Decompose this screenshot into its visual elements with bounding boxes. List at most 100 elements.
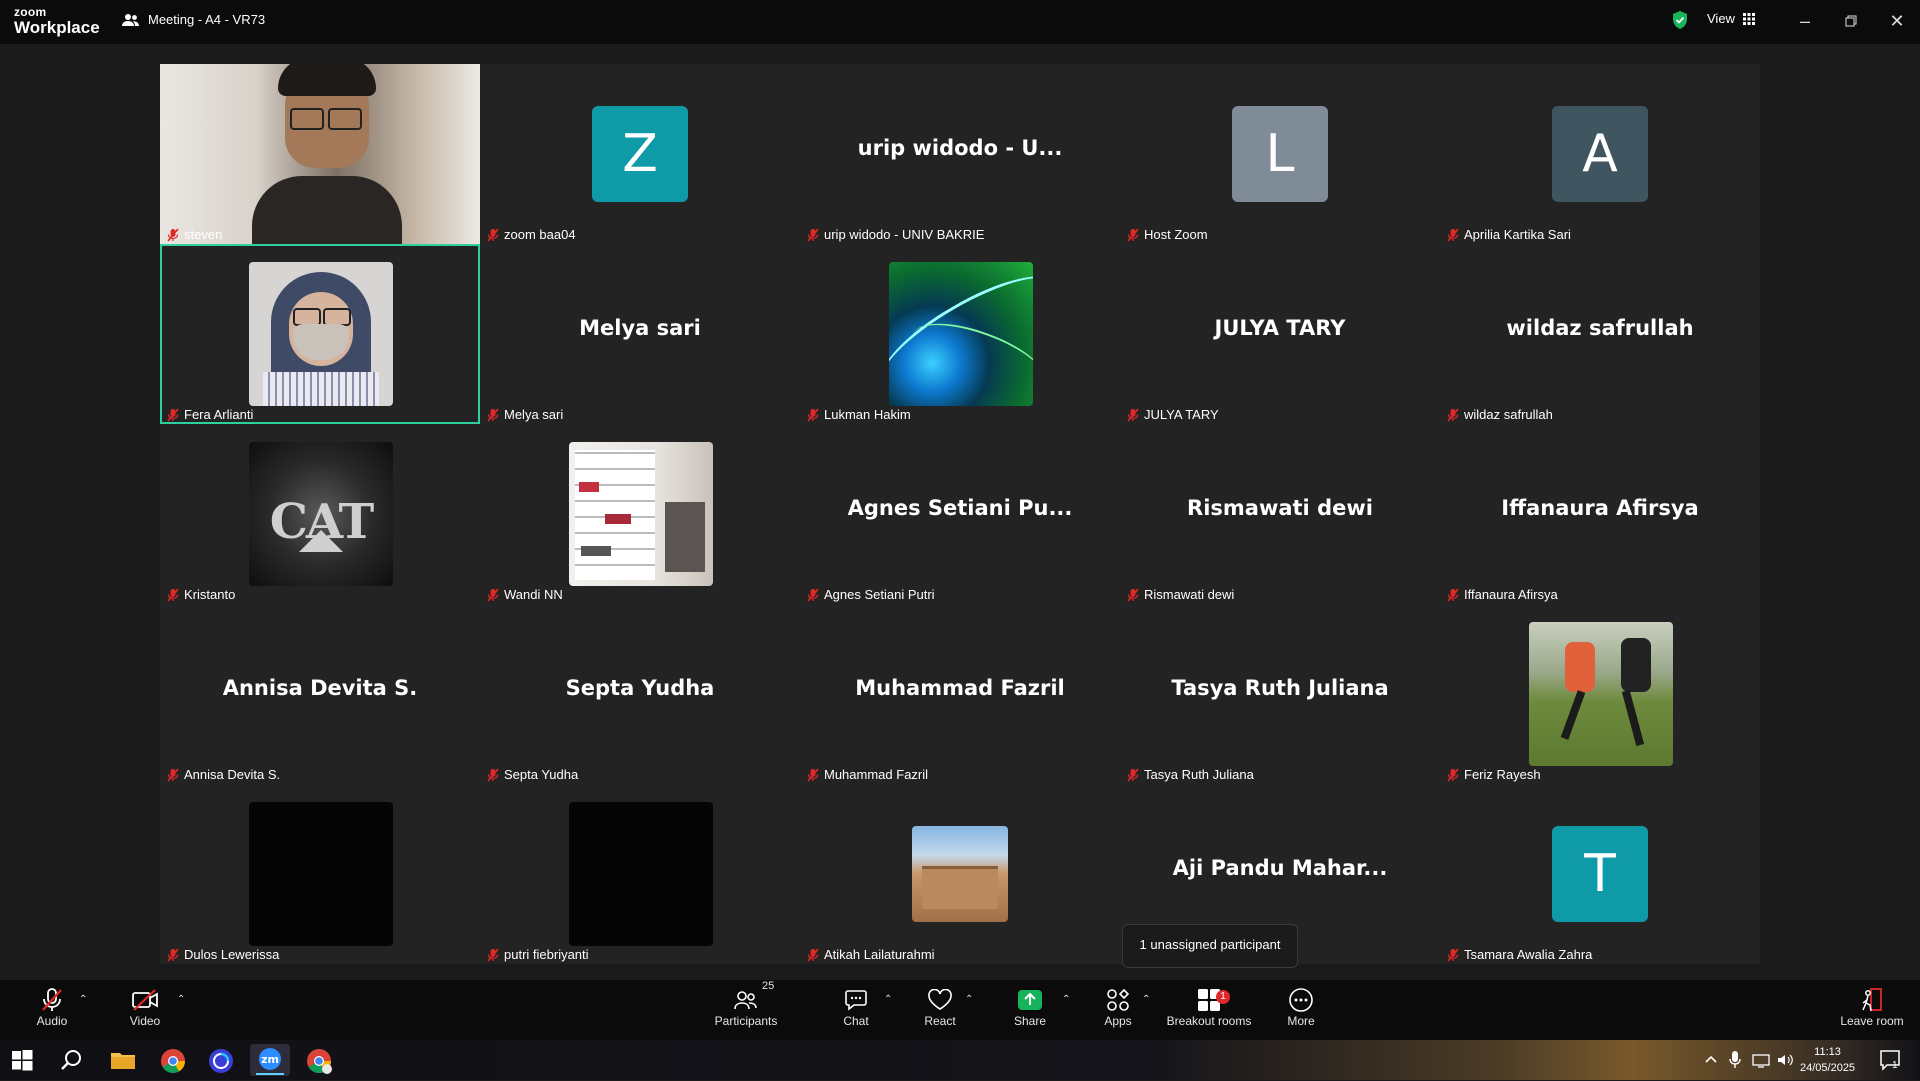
participant-tile[interactable]: wildaz safrullah wildaz safrullah [1440,244,1760,424]
avatar: T [1552,826,1648,922]
participant-tile[interactable]: Lukman Hakim [800,244,1120,424]
participant-tile[interactable]: Melya sari Melya sari [480,244,800,424]
chrome-profile-icon[interactable] [306,1048,332,1074]
participant-name: Atikah Lailaturahmi [824,947,935,962]
participant-tile[interactable]: JULYA TARY JULYA TARY [1120,244,1440,424]
participant-name-label: Aprilia Kartika Sari [1446,227,1571,242]
participants-button[interactable]: Participants [713,986,779,1028]
participant-tile[interactable]: Fera Arlianti [160,244,480,424]
participant-tile[interactable]: Zzoom baa04 [480,64,800,244]
participant-display-name: Iffanaura Afirsya [1501,496,1699,520]
chrome-icon[interactable] [160,1048,186,1074]
participant-name-label: wildaz safrullah [1446,407,1553,422]
apps-options-caret-icon[interactable]: ⌃ [1142,994,1150,1005]
mic-muted-icon [1446,227,1460,242]
search-icon[interactable] [60,1048,86,1074]
leave-room-button[interactable]: Leave room [1836,986,1908,1028]
participant-tile[interactable]: Rismawati dewi Rismawati dewi [1120,424,1440,604]
share-options-caret-icon[interactable]: ⌃ [1062,994,1070,1005]
audio-options-caret-icon[interactable]: ⌃ [79,994,87,1005]
participants-count: 25 [762,980,775,992]
participant-name: Tasya Ruth Juliana [1144,767,1254,782]
mic-muted-icon [1446,407,1460,422]
minimize-icon[interactable]: – [1790,8,1820,34]
share-button[interactable]: Share [1010,986,1050,1028]
participant-tile[interactable]: Atikah Lailaturahmi [800,784,1120,964]
file-explorer-icon[interactable] [110,1048,136,1074]
react-options-caret-icon[interactable]: ⌃ [965,994,973,1005]
participant-tile[interactable]: CAT Kristanto [160,424,480,604]
notification-center-icon[interactable]: 1 [1878,1048,1902,1072]
participant-tile[interactable]: Feriz Rayesh [1440,604,1760,784]
participant-tile[interactable]: Iffanaura Afirsya Iffanaura Afirsya [1440,424,1760,604]
mic-muted-icon [806,947,820,962]
video-button[interactable]: Video [124,986,166,1028]
chat-options-caret-icon[interactable]: ⌃ [884,994,892,1005]
participant-name: Septa Yudha [504,767,579,782]
zoom-taskbar-icon[interactable]: zm [250,1044,290,1076]
breakout-rooms-button[interactable]: Breakout rooms [1164,986,1254,1028]
profile-picture [249,802,393,946]
chat-button[interactable]: Chat [836,986,876,1028]
profile-picture: CAT [249,442,393,586]
mic-muted-icon [1126,767,1140,782]
tray-mic-icon[interactable] [1728,1050,1742,1070]
more-label: More [1287,1014,1315,1028]
avatar: L [1232,106,1328,202]
participant-tile[interactable]: Tasya Ruth Juliana Tasya Ruth Juliana [1120,604,1440,784]
participant-tile[interactable]: urip widodo - U... urip widodo - UNIV BAK… [800,64,1120,244]
participant-display-name: Aji Pandu Mahar... [1172,856,1388,880]
audio-button[interactable]: Audio [32,986,72,1028]
participant-name: Fera Arlianti [184,407,254,422]
restore-icon[interactable] [1836,8,1866,34]
participant-name: Wandi NN [504,587,563,602]
react-button[interactable]: React [920,986,960,1028]
meeting-info[interactable]: Meeting - A4 - VR73 [122,12,265,27]
title-bar: zoom Workplace Meeting - A4 - VR73 View … [0,0,1920,44]
participant-tile[interactable]: Septa Yudha Septa Yudha [480,604,800,784]
participant-tile[interactable]: A Aprilia Kartika Sari [1440,64,1760,244]
participant-tile[interactable]: Muhammad Fazril Muhammad Fazril [800,604,1120,784]
participant-tile[interactable]: Agnes Setiani Pu... Agnes Setiani Putri [800,424,1120,604]
participant-name: Agnes Setiani Putri [824,587,935,602]
participant-name-label: JULYA TARY [1126,407,1219,422]
mic-muted-icon [806,767,820,782]
participant-tile[interactable]: steven [160,64,480,244]
zoom-logo: zoom Workplace [14,6,100,36]
participant-tile[interactable]: L Host Zoom [1120,64,1440,244]
participant-display-name: wildaz safrullah [1506,316,1694,340]
unassigned-tooltip: 1 unassigned participant [1122,924,1298,968]
mic-muted-icon [1126,227,1140,242]
tray-network-icon[interactable] [1752,1052,1770,1068]
participant-tile[interactable]: T Tsamara Awalia Zahra [1440,784,1760,964]
participant-name-label: Fera Arlianti [166,407,253,422]
apps-button[interactable]: Apps [1098,986,1138,1028]
profile-picture [249,262,393,406]
video-options-caret-icon[interactable]: ⌃ [177,994,185,1005]
react-label: React [924,1014,956,1028]
participant-name-label: Agnes Setiani Putri [806,587,935,602]
view-button[interactable]: View [1707,11,1755,26]
close-icon[interactable]: ✕ [1882,8,1912,34]
participant-name: Melya sari [504,407,564,422]
participants-label: Participants [714,1014,778,1028]
participant-name-label: Annisa Devita S. [166,767,280,782]
app-circle-icon[interactable] [208,1048,234,1074]
mic-off-icon [42,988,62,1011]
leave-room-label: Leave room [1840,1014,1904,1028]
profile-picture [912,826,1008,922]
windows-start-icon[interactable] [10,1048,36,1074]
participant-tile[interactable]: Wandi NN [480,424,800,604]
participant-tile[interactable]: putri fiebriyanti [480,784,800,964]
tray-chevron-up-icon[interactable] [1704,1052,1718,1066]
participant-tile[interactable]: Annisa Devita S. Annisa Devita S. [160,604,480,784]
svg-text:zm: zm [261,1053,279,1066]
security-shield-icon[interactable] [1671,10,1689,35]
audio-label: Audio [36,1014,68,1028]
participant-name: Kristanto [184,587,236,602]
apps-icon [1107,988,1130,1011]
tray-volume-icon[interactable] [1776,1052,1794,1068]
more-button[interactable]: More [1281,986,1321,1028]
participant-tile[interactable]: Dulos Lewerissa [160,784,480,964]
taskbar-clock[interactable]: 11:13 24/05/2025 [1800,1044,1855,1076]
